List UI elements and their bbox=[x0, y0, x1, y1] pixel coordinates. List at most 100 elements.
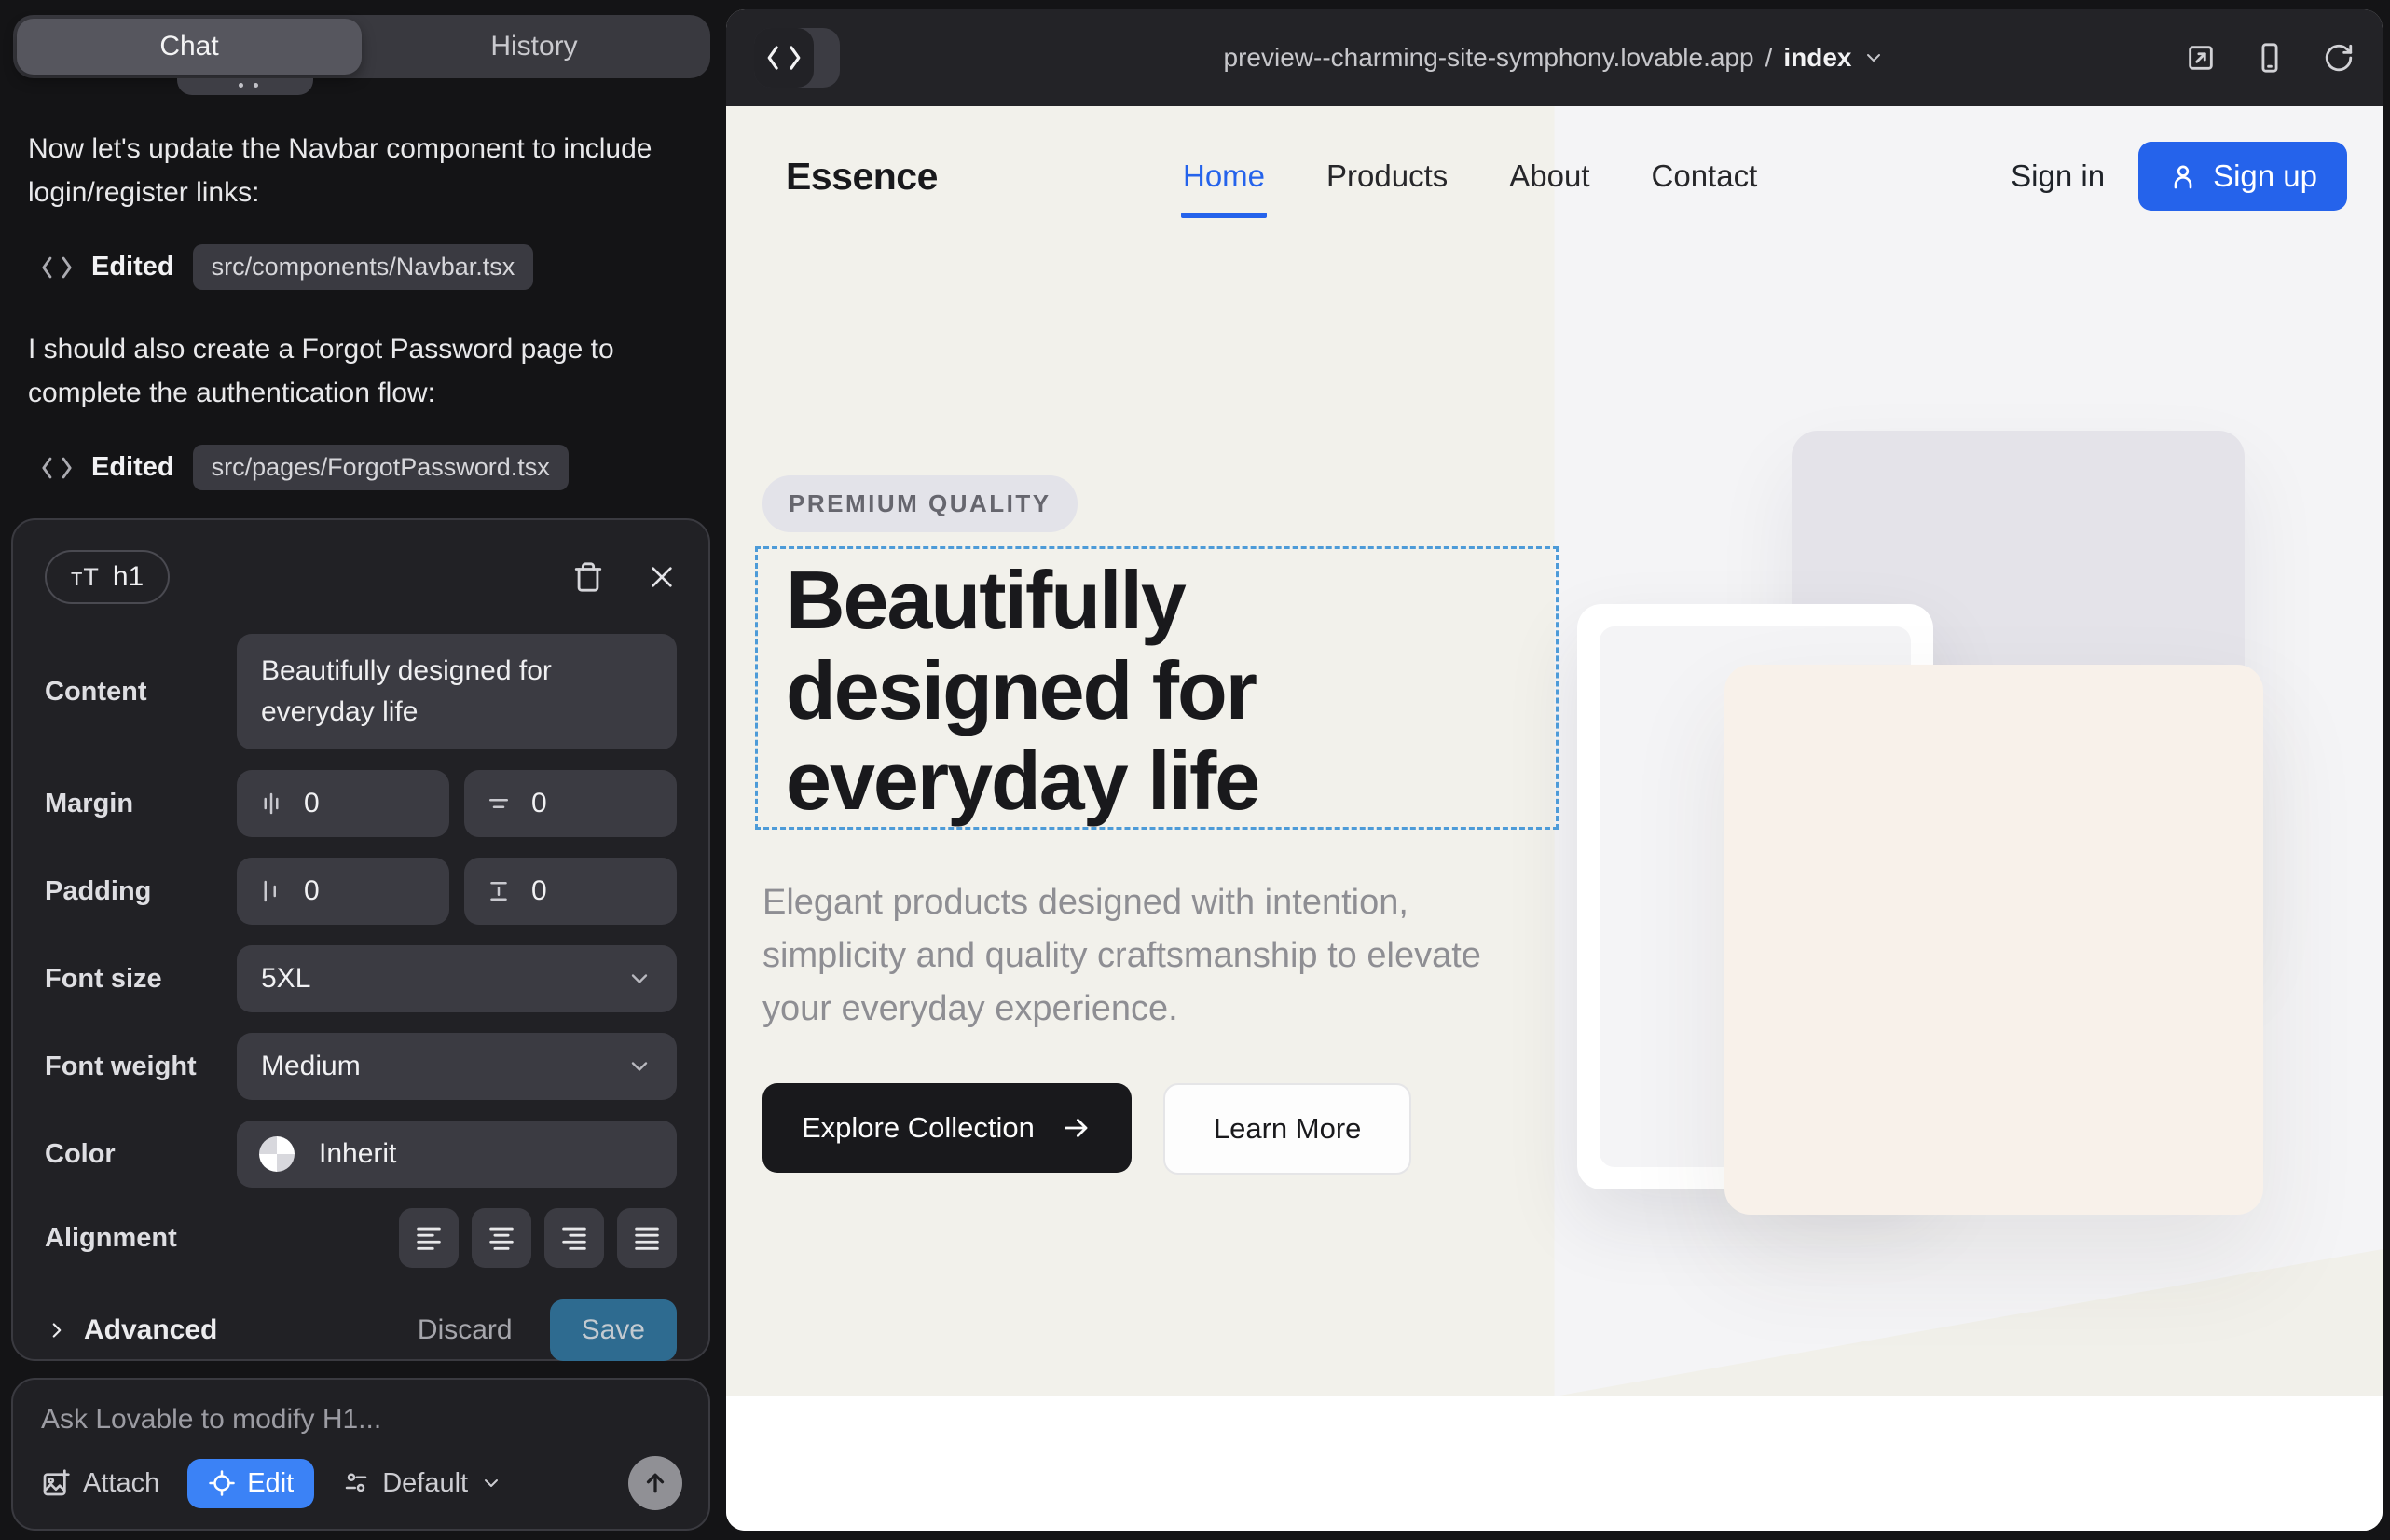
refresh-icon bbox=[2323, 42, 2355, 74]
selected-element-pill[interactable]: тT h1 bbox=[45, 550, 170, 604]
lovable-app: Chat History Now let's update the Navbar… bbox=[0, 0, 2390, 1540]
color-swatch bbox=[259, 1136, 295, 1172]
mobile-view-button[interactable] bbox=[2254, 42, 2286, 74]
refresh-button[interactable] bbox=[2323, 42, 2355, 74]
align-right-button[interactable] bbox=[544, 1208, 604, 1268]
arrow-up-icon bbox=[641, 1469, 669, 1497]
padding-label: Padding bbox=[45, 876, 237, 907]
send-button[interactable] bbox=[628, 1456, 682, 1510]
target-icon bbox=[208, 1469, 236, 1497]
sign-up-label: Sign up bbox=[2213, 158, 2317, 194]
padding-x-input[interactable]: 0 bbox=[237, 858, 449, 925]
hero-decorative-wedge bbox=[1555, 1249, 2383, 1396]
editor-header: тT h1 bbox=[45, 541, 677, 613]
page-selector[interactable]: index bbox=[1783, 43, 1851, 73]
sign-in-link[interactable]: Sign in bbox=[2011, 158, 2105, 194]
nav-link-contact[interactable]: Contact bbox=[1652, 158, 1758, 194]
nav-link-about[interactable]: About bbox=[1509, 158, 1589, 194]
close-icon bbox=[647, 562, 677, 592]
scrolled-badge-partial bbox=[177, 78, 313, 95]
hero-section: Essence Home Products About Contact Sign… bbox=[726, 106, 2383, 1396]
font-weight-row: Font weight Medium bbox=[45, 1033, 677, 1100]
site-preview: Essence Home Products About Contact Sign… bbox=[726, 106, 2383, 1531]
delete-element-button[interactable] bbox=[572, 560, 604, 594]
font-size-row: Font size 5XL bbox=[45, 945, 677, 1012]
file-chip[interactable]: src/components/Navbar.tsx bbox=[193, 244, 534, 290]
editor-footer: Advanced Discard Save bbox=[45, 1299, 677, 1361]
explore-collection-button[interactable]: Explore Collection bbox=[762, 1083, 1132, 1173]
font-weight-select[interactable]: Medium bbox=[237, 1033, 677, 1100]
content-input[interactable]: Beautifully designed for everyday life bbox=[237, 634, 677, 749]
edit-label: Edit bbox=[247, 1468, 294, 1499]
padding-y-input[interactable]: 0 bbox=[464, 858, 677, 925]
hero-paragraph: Elegant products designed with intention… bbox=[762, 876, 1555, 1036]
default-label: Default bbox=[382, 1468, 468, 1499]
file-chip[interactable]: src/pages/ForgotPassword.tsx bbox=[193, 445, 569, 490]
browser-chrome: preview--charming-site-symphony.lovable.… bbox=[726, 9, 2383, 106]
learn-more-button[interactable]: Learn More bbox=[1163, 1083, 1412, 1175]
open-external-button[interactable] bbox=[2185, 42, 2217, 74]
preview-frame: preview--charming-site-symphony.lovable.… bbox=[726, 9, 2383, 1531]
padding-x-value: 0 bbox=[304, 875, 320, 907]
element-tag: h1 bbox=[113, 561, 144, 593]
chevron-down-icon bbox=[480, 1472, 502, 1494]
code-icon bbox=[766, 44, 802, 72]
trash-icon bbox=[572, 560, 604, 594]
font-weight-label: Font weight bbox=[45, 1052, 237, 1082]
margin-label: Margin bbox=[45, 789, 237, 819]
margin-y-input[interactable]: 0 bbox=[464, 770, 677, 837]
chevron-down-icon bbox=[1862, 47, 1885, 69]
element-editor-panel: тT h1 Content Beautifully designed for e… bbox=[11, 518, 710, 1361]
tab-chat[interactable]: Chat bbox=[17, 19, 362, 75]
color-label: Color bbox=[45, 1139, 237, 1170]
margin-x-input[interactable]: 0 bbox=[237, 770, 449, 837]
margin-x-value: 0 bbox=[304, 788, 320, 819]
align-center-button[interactable] bbox=[472, 1208, 531, 1268]
nav-link-products[interactable]: Products bbox=[1326, 158, 1448, 194]
chat-message: Now let's update the Navbar component to… bbox=[28, 127, 699, 214]
discard-button[interactable]: Discard bbox=[418, 1314, 513, 1346]
url-bar[interactable]: preview--charming-site-symphony.lovable.… bbox=[1224, 43, 1886, 73]
model-default-selector[interactable]: Default bbox=[342, 1468, 502, 1499]
decorative-card-cream bbox=[1724, 665, 2263, 1215]
padding-row: Padding 0 0 bbox=[45, 858, 677, 925]
selected-h1-element[interactable]: Beautifully designed for everyday life bbox=[755, 546, 1559, 830]
edited-label: Edited bbox=[91, 452, 174, 483]
alignment-row: Alignment bbox=[45, 1208, 677, 1268]
margin-row: Margin 0 0 bbox=[45, 770, 677, 837]
type-icon: тT bbox=[71, 563, 100, 592]
code-preview-toggle[interactable] bbox=[754, 28, 840, 88]
chat-history-tabbar: Chat History bbox=[13, 15, 710, 78]
advanced-label: Advanced bbox=[84, 1314, 217, 1346]
chat-input[interactable] bbox=[41, 1404, 638, 1436]
close-panel-button[interactable] bbox=[647, 562, 677, 592]
site-navbar: Essence Home Products About Contact Sign… bbox=[726, 106, 2383, 246]
advanced-toggle[interactable]: Advanced bbox=[45, 1314, 217, 1346]
color-value: Inherit bbox=[319, 1138, 396, 1170]
smartphone-icon bbox=[2254, 42, 2286, 74]
color-select[interactable]: Inherit bbox=[237, 1121, 677, 1188]
align-right-icon bbox=[558, 1222, 590, 1254]
nav-link-home[interactable]: Home bbox=[1183, 158, 1265, 194]
margin-vertical-icon bbox=[485, 790, 513, 818]
attach-button[interactable]: Attach bbox=[41, 1468, 159, 1499]
site-logo[interactable]: Essence bbox=[786, 155, 938, 199]
padding-y-value: 0 bbox=[531, 875, 547, 907]
chat-composer: Attach Edit Default bbox=[11, 1378, 710, 1531]
align-left-icon bbox=[413, 1222, 445, 1254]
save-button[interactable]: Save bbox=[550, 1299, 677, 1361]
user-icon bbox=[2168, 161, 2198, 191]
margin-horizontal-icon bbox=[257, 790, 285, 818]
align-justify-button[interactable] bbox=[617, 1208, 677, 1268]
align-center-icon bbox=[486, 1222, 517, 1254]
sign-up-button[interactable]: Sign up bbox=[2138, 142, 2347, 211]
chat-message-list[interactable]: Now let's update the Navbar component to… bbox=[28, 127, 699, 528]
explore-collection-label: Explore Collection bbox=[802, 1111, 1035, 1145]
hero-heading: Beautifully designed for everyday life bbox=[786, 555, 1556, 826]
chevron-down-icon bbox=[626, 1053, 652, 1079]
font-size-select[interactable]: 5XL bbox=[237, 945, 677, 1012]
tab-history[interactable]: History bbox=[362, 19, 707, 75]
edit-mode-button[interactable]: Edit bbox=[187, 1459, 314, 1508]
align-left-button[interactable] bbox=[399, 1208, 459, 1268]
chat-message: I should also create a Forgot Password p… bbox=[28, 327, 699, 415]
